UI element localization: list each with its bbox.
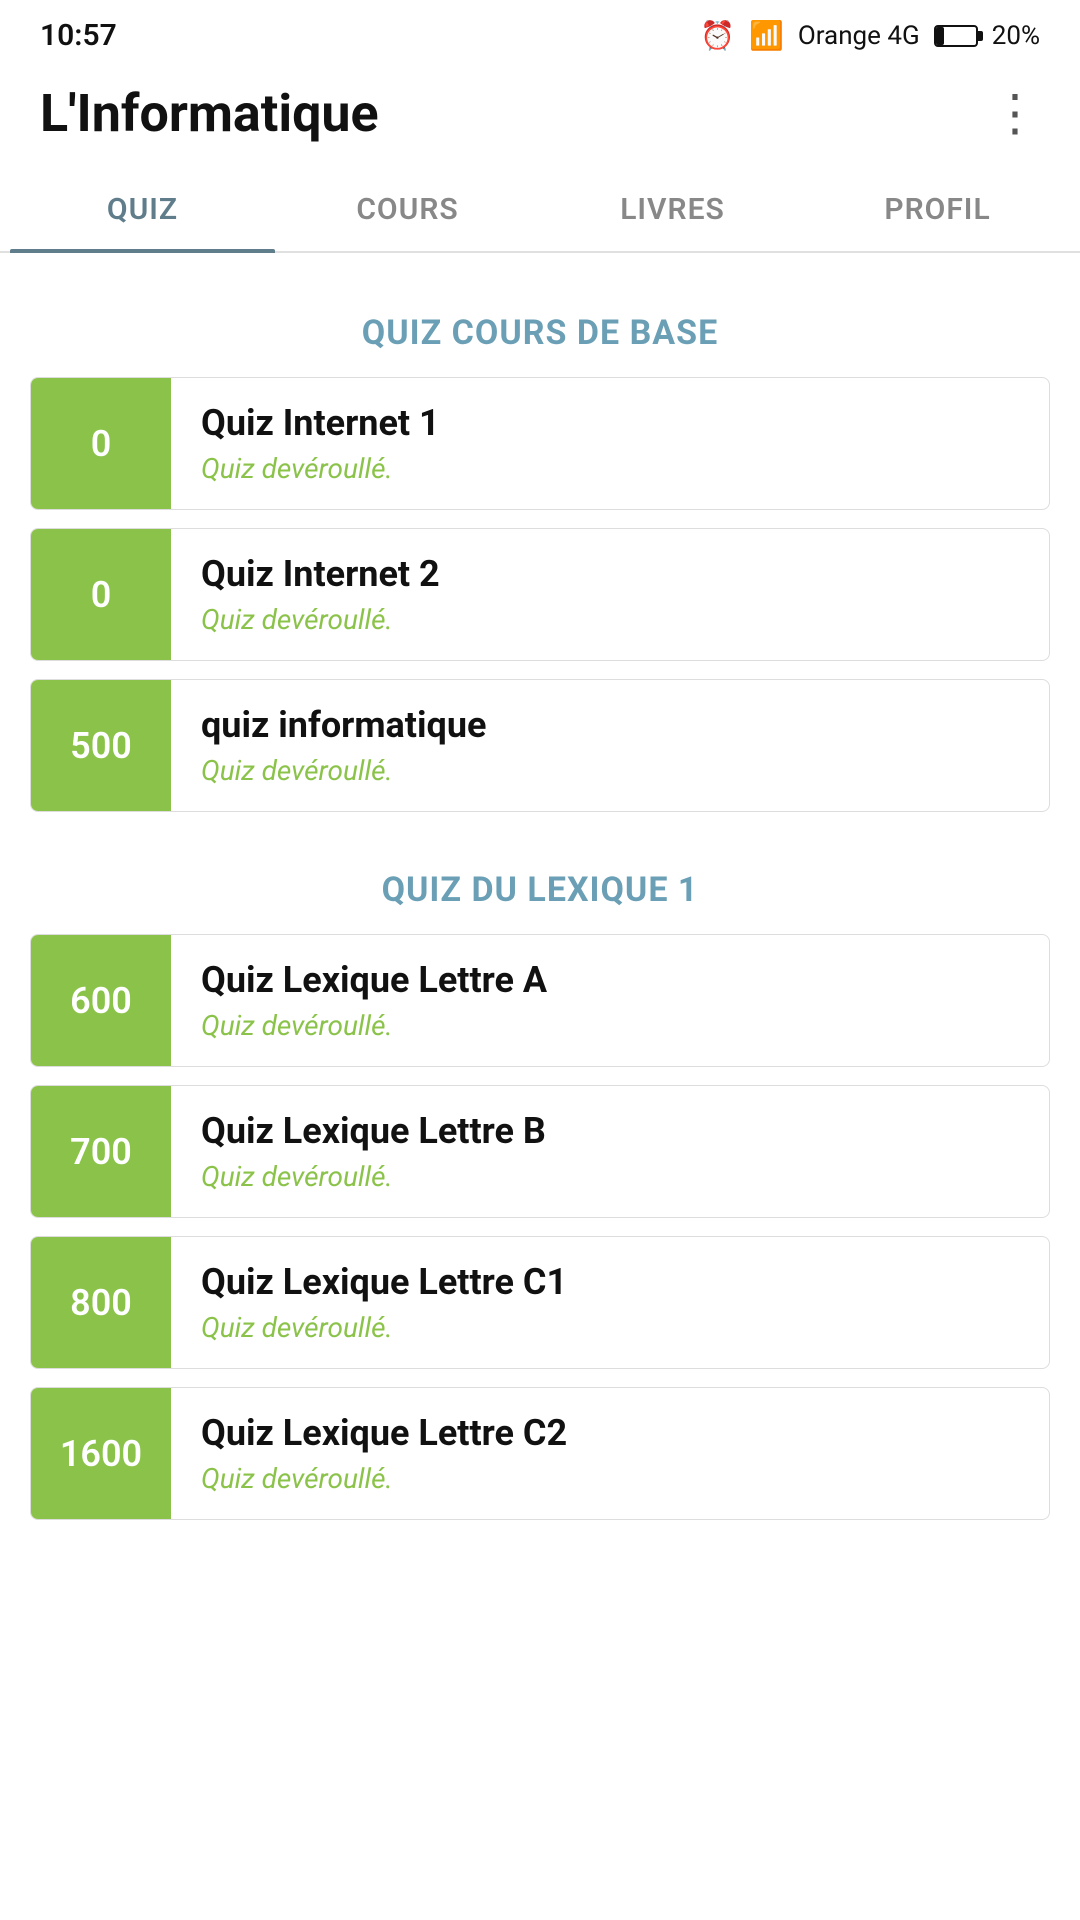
quiz-info: quiz informatique Quiz devéroullé. bbox=[171, 680, 516, 811]
top-bar: L'Informatique ⋮ bbox=[0, 63, 1080, 164]
quiz-item-informatique[interactable]: 500 quiz informatique Quiz devéroullé. bbox=[30, 679, 1050, 812]
quiz-info: Quiz Lexique Lettre B Quiz devéroullé. bbox=[171, 1086, 576, 1217]
quiz-score: 800 bbox=[31, 1237, 171, 1368]
quiz-info: Quiz Lexique Lettre A Quiz devéroullé. bbox=[171, 935, 577, 1066]
quiz-status: Quiz devéroullé. bbox=[201, 1160, 546, 1193]
quiz-score: 0 bbox=[31, 378, 171, 509]
quiz-score: 1600 bbox=[31, 1388, 171, 1519]
quiz-title: Quiz Lexique Lettre A bbox=[201, 959, 547, 1001]
more-options-button[interactable]: ⋮ bbox=[990, 89, 1040, 139]
quiz-score: 700 bbox=[31, 1086, 171, 1217]
quiz-score: 500 bbox=[31, 680, 171, 811]
quiz-status: Quiz devéroullé. bbox=[201, 1009, 547, 1042]
tab-profil[interactable]: PROFIL bbox=[805, 164, 1070, 251]
quiz-status: Quiz devéroullé. bbox=[201, 754, 486, 787]
quiz-item-lexique-c1[interactable]: 800 Quiz Lexique Lettre C1 Quiz devéroul… bbox=[30, 1236, 1050, 1369]
signal-icon: 📶 bbox=[749, 19, 784, 52]
quiz-info: Quiz Internet 2 Quiz devéroullé. bbox=[171, 529, 470, 660]
quiz-info: Quiz Internet 1 Quiz devéroullé. bbox=[171, 378, 470, 509]
status-time: 10:57 bbox=[40, 18, 117, 53]
quiz-item-lexique-b[interactable]: 700 Quiz Lexique Lettre B Quiz devéroull… bbox=[30, 1085, 1050, 1218]
status-bar: 10:57 ⏰ 📶 Orange 4G 20% bbox=[0, 0, 1080, 63]
battery-label: 20% bbox=[992, 21, 1040, 51]
section-header-cours-de-base: QUIZ COURS DE BASE bbox=[30, 273, 1050, 377]
battery-icon bbox=[934, 25, 978, 47]
quiz-item-internet-2[interactable]: 0 Quiz Internet 2 Quiz devéroullé. bbox=[30, 528, 1050, 661]
quiz-title: Quiz Lexique Lettre C2 bbox=[201, 1412, 567, 1454]
tab-bar: QUIZ COURS LIVRES PROFIL bbox=[0, 164, 1080, 253]
quiz-status: Quiz devéroullé. bbox=[201, 603, 440, 636]
carrier-label: Orange 4G bbox=[798, 21, 920, 51]
quiz-title: Quiz Internet 2 bbox=[201, 553, 440, 595]
quiz-score: 600 bbox=[31, 935, 171, 1066]
quiz-score: 0 bbox=[31, 529, 171, 660]
alarm-icon: ⏰ bbox=[700, 19, 735, 52]
tab-livres[interactable]: LIVRES bbox=[540, 164, 805, 251]
quiz-item-internet-1[interactable]: 0 Quiz Internet 1 Quiz devéroullé. bbox=[30, 377, 1050, 510]
quiz-title: Quiz Lexique Lettre C1 bbox=[201, 1261, 567, 1303]
quiz-info: Quiz Lexique Lettre C1 Quiz devéroullé. bbox=[171, 1237, 597, 1368]
quiz-item-lexique-c2[interactable]: 1600 Quiz Lexique Lettre C2 Quiz devérou… bbox=[30, 1387, 1050, 1520]
tab-quiz[interactable]: QUIZ bbox=[10, 164, 275, 251]
quiz-title: Quiz Internet 1 bbox=[201, 402, 440, 444]
status-right: ⏰ 📶 Orange 4G 20% bbox=[700, 19, 1040, 52]
quiz-status: Quiz devéroullé. bbox=[201, 1311, 567, 1344]
content-area: QUIZ COURS DE BASE 0 Quiz Internet 1 Qui… bbox=[0, 253, 1080, 1558]
tab-cours[interactable]: COURS bbox=[275, 164, 540, 251]
quiz-status: Quiz devéroullé. bbox=[201, 452, 440, 485]
app-title: L'Informatique bbox=[40, 83, 379, 144]
quiz-status: Quiz devéroullé. bbox=[201, 1462, 567, 1495]
quiz-item-lexique-a[interactable]: 600 Quiz Lexique Lettre A Quiz devéroull… bbox=[30, 934, 1050, 1067]
section-header-lexique-1: QUIZ DU LEXIQUE 1 bbox=[30, 830, 1050, 934]
quiz-title: Quiz Lexique Lettre B bbox=[201, 1110, 546, 1152]
quiz-title: quiz informatique bbox=[201, 704, 486, 746]
quiz-info: Quiz Lexique Lettre C2 Quiz devéroullé. bbox=[171, 1388, 597, 1519]
